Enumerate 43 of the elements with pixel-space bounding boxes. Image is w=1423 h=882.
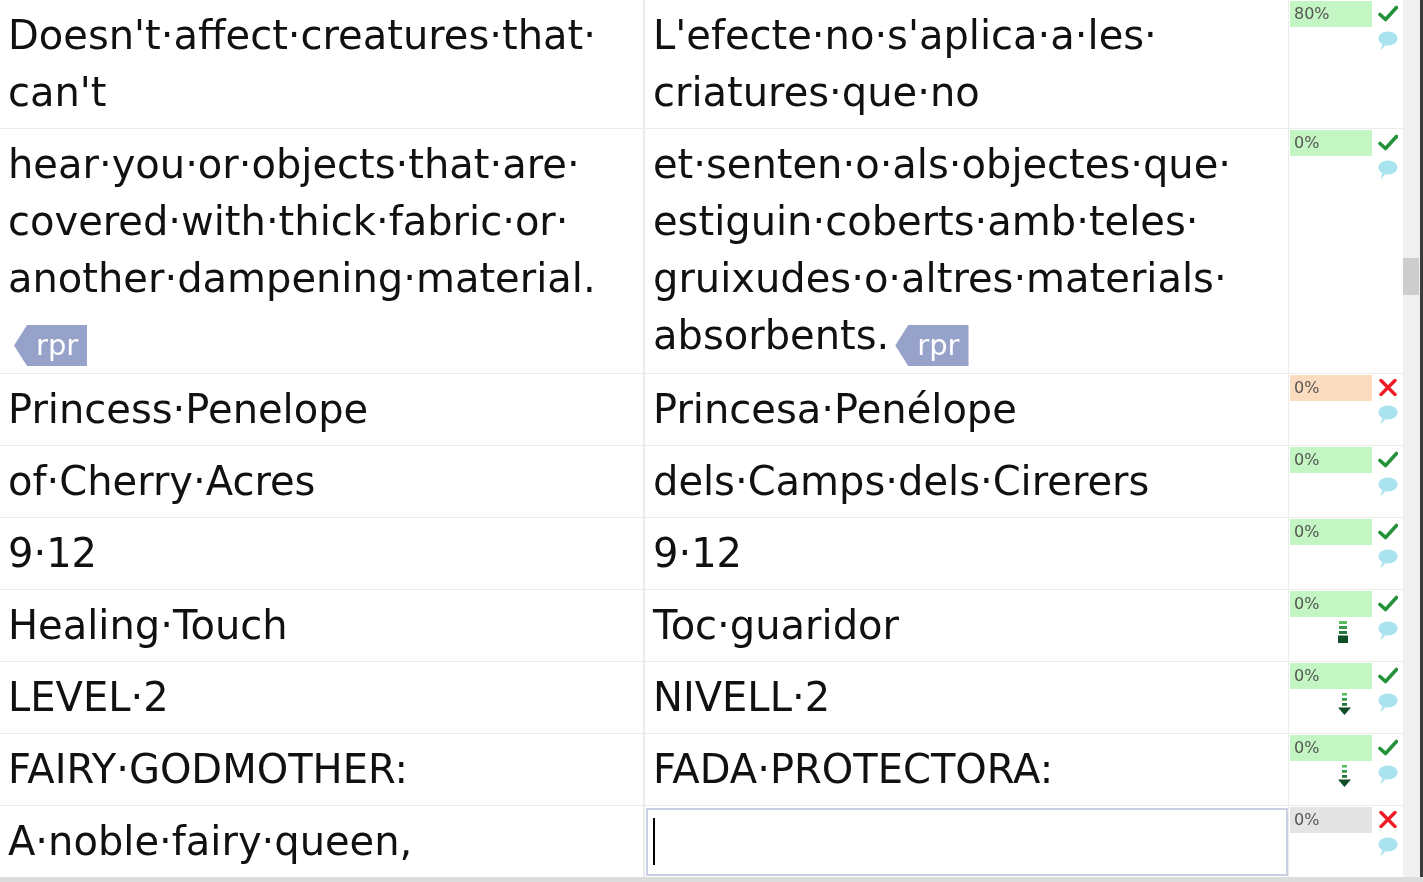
target-input-field[interactable] <box>646 808 1288 876</box>
target-segment-text: NIVELL·2 <box>653 673 832 722</box>
speech-bubble-icon[interactable] <box>1378 405 1398 425</box>
source-segment-text: Doesn't·affect·creatures·that· can't <box>8 11 597 117</box>
speech-bubble-icon[interactable] <box>1378 160 1398 180</box>
down-arrow-icon <box>1338 693 1351 715</box>
speech-bubble-icon[interactable] <box>1378 693 1398 713</box>
speech-bubble-icon[interactable] <box>1378 31 1398 51</box>
scrollbar-thumb[interactable] <box>1403 258 1419 295</box>
source-segment-text: Healing·Touch <box>8 601 289 650</box>
vertical-scrollbar[interactable] <box>1403 0 1420 877</box>
match-percentage: 0% <box>1290 807 1372 833</box>
source-segment-text: of·Cherry·Acres <box>8 457 317 506</box>
speech-bubble-icon[interactable] <box>1378 477 1398 497</box>
down-arrow-icon <box>1338 765 1351 787</box>
match-percentage: 0% <box>1290 130 1372 156</box>
target-segment-text: L'efecte·no·s'aplica·a·les· criatures·que·no <box>653 11 1158 117</box>
stacked-bars-icon <box>1338 621 1348 643</box>
speech-bubble-icon[interactable] <box>1378 621 1398 641</box>
target-segment-text: Princesa·Penélope <box>653 385 1018 434</box>
match-percentage: 0% <box>1290 375 1372 401</box>
match-percentage: 0% <box>1290 591 1372 617</box>
target-segment-text: Toc·guaridor <box>653 601 900 650</box>
speech-bubble-icon[interactable] <box>1378 837 1398 857</box>
match-percentage: 0% <box>1290 735 1372 761</box>
source-segment-text: A·noble·fairy·queen, <box>8 817 414 866</box>
match-percentage: 80% <box>1290 1 1372 27</box>
match-percentage: 0% <box>1290 663 1372 689</box>
speech-bubble-icon[interactable] <box>1378 549 1398 569</box>
source-segment-text: LEVEL·2 <box>8 673 170 722</box>
horizontal-scrollbar[interactable] <box>0 877 1423 882</box>
target-segment-text: FADA·PROTECTORA: <box>653 745 1055 794</box>
source-segment-text: FAIRY·GODMOTHER: <box>8 745 409 794</box>
source-segment-text: 9·12 <box>8 529 99 578</box>
match-percentage: 0% <box>1290 519 1372 545</box>
target-segment-text: dels·Camps·dels·Cirerers <box>653 457 1151 506</box>
target-segment-text: 9·12 <box>653 529 744 578</box>
source-segment-text: Princess·Penelope <box>8 385 370 434</box>
source-segment-text: hear·you·or·objects·that·are· covered·with·thick·fabric·or· another·dampening·material. rpr <box>8 136 635 366</box>
speech-bubble-icon[interactable] <box>1378 765 1398 785</box>
match-percentage: 0% <box>1290 447 1372 473</box>
text-cursor <box>653 818 655 865</box>
target-segment-text: et·senten·o·als·objectes·que· estiguin·coberts·amb·teles· gruixudes·o·altres·materials· absorbents. rpr <box>653 136 1280 366</box>
